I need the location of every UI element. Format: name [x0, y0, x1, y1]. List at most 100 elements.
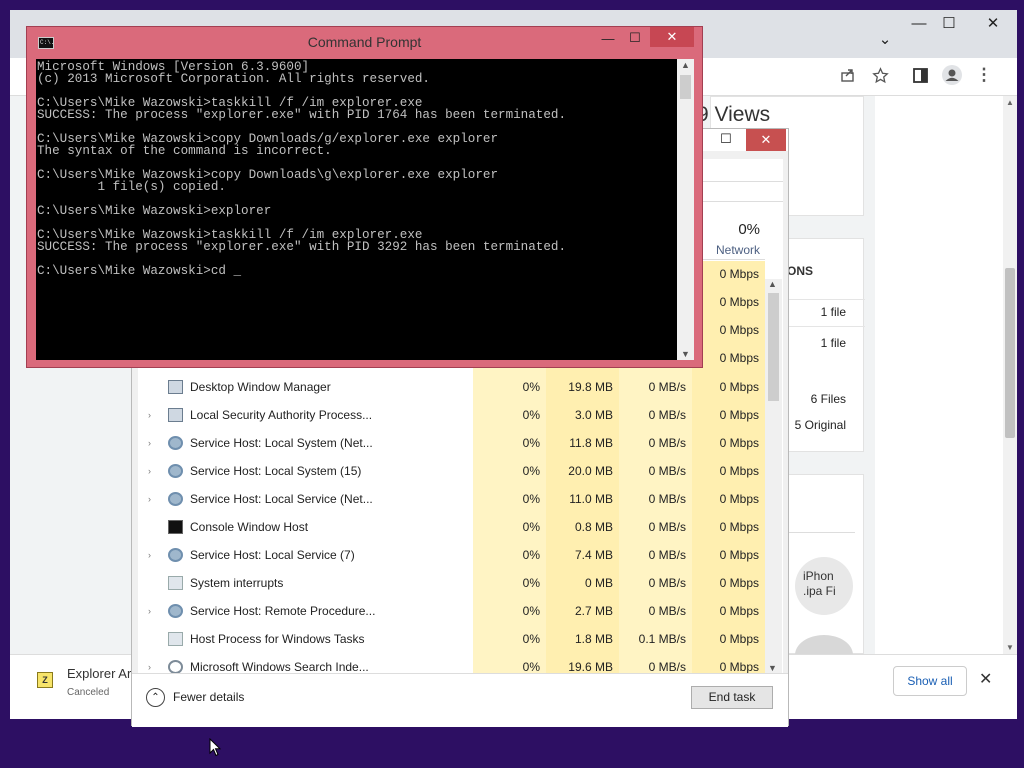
process-icon: [168, 604, 183, 618]
process-icon: [168, 660, 183, 674]
expand-chevron-icon[interactable]: ›: [148, 541, 151, 569]
process-list-scroll-thumb[interactable]: [768, 293, 779, 401]
expand-chevron-icon[interactable]: ›: [148, 401, 151, 429]
process-cpu-value: 0%: [522, 632, 540, 646]
expand-chevron-icon[interactable]: ›: [148, 457, 151, 485]
network-value: 0 Mbps: [719, 267, 759, 281]
fewer-details-link[interactable]: Fewer details: [173, 690, 244, 704]
scroll-down-arrow-icon[interactable]: ▼: [1006, 643, 1014, 652]
download-status: Canceled: [67, 687, 110, 698]
views-text: 9 Views: [697, 103, 771, 126]
process-name: Desktop Window Manager: [190, 380, 331, 394]
process-name: Host Process for Windows Tasks: [190, 632, 365, 646]
process-list-scrollbar[interactable]: ▲ ▼: [765, 279, 782, 673]
scroll-down-arrow-icon[interactable]: ▼: [768, 663, 777, 673]
process-cpu-value: 0%: [522, 520, 540, 534]
process-name: Service Host: Local System (15): [190, 464, 362, 478]
process-icon: [168, 464, 183, 478]
process-network-value: 0 Mbps: [719, 464, 759, 478]
process-row[interactable]: › Service Host: Remote Procedure... 0% 2.7 …: [138, 597, 783, 625]
process-disk-value: 0 MB/s: [648, 548, 686, 562]
share-icon[interactable]: [837, 64, 859, 86]
related-card: iPhon .ipa Fi: [780, 474, 864, 675]
process-name: Service Host: Local Service (7): [190, 548, 355, 562]
process-memory-value: 20.0 MB: [568, 464, 613, 478]
process-network-value: 0 Mbps: [719, 548, 759, 562]
process-network-value: 0 Mbps: [719, 520, 759, 534]
download-file-name[interactable]: Explorer Ar: [67, 666, 131, 681]
original-text: 5 Original: [794, 418, 846, 432]
process-icon: [168, 520, 183, 534]
process-memory-value: 2.7 MB: [574, 604, 613, 618]
process-memory-value: 0.8 MB: [574, 520, 613, 534]
browser-menu-icon[interactable]: ⋮: [973, 64, 995, 86]
page-scrollbar-thumb[interactable]: [1005, 268, 1015, 438]
process-row[interactable]: › Service Host: Local Service (Net... 0% 11…: [138, 485, 783, 513]
browser-close-button[interactable]: ✕: [978, 12, 1008, 34]
side-panel-icon[interactable]: [909, 64, 931, 86]
section-heading: ONS: [787, 264, 814, 278]
process-icon: [168, 408, 183, 422]
browser-maximize-button[interactable]: ☐: [934, 12, 964, 34]
console-scroll-thumb[interactable]: [680, 75, 691, 99]
scroll-up-arrow-icon[interactable]: ▲: [1006, 98, 1014, 107]
expand-chevron-icon[interactable]: ›: [148, 429, 151, 457]
process-disk-value: 0 MB/s: [648, 408, 686, 422]
page-scrollbar[interactable]: ▲ ▼: [1003, 96, 1017, 654]
console-screen[interactable]: Microsoft Windows [Version 6.3.9600] (c)…: [36, 59, 677, 360]
process-icon: [168, 436, 183, 450]
process-name: Service Host: Remote Procedure...: [190, 604, 376, 618]
process-network-value: 0 Mbps: [719, 408, 759, 422]
tab-search-dropdown-icon[interactable]: ⌄: [870, 28, 900, 50]
process-disk-value: 0 MB/s: [648, 604, 686, 618]
process-row[interactable]: › Local Security Authority Process... 0% 3.…: [138, 401, 783, 429]
process-cpu-value: 0%: [522, 380, 540, 394]
process-memory-value: 7.4 MB: [574, 548, 613, 562]
network-column-header[interactable]: Network: [698, 243, 760, 257]
task-manager-maximize-button[interactable]: ☐: [716, 131, 736, 149]
process-row[interactable]: Desktop Window Manager 0% 19.8 MB 0 MB/s 0 M…: [138, 373, 783, 401]
network-value: 0 Mbps: [719, 295, 759, 309]
cmd-maximize-button[interactable]: ☐: [625, 30, 645, 48]
end-task-button[interactable]: End task: [691, 686, 773, 709]
show-all-button[interactable]: Show all: [893, 666, 967, 696]
scroll-down-arrow-icon[interactable]: ▼: [681, 349, 690, 359]
process-disk-value: 0 MB/s: [648, 520, 686, 534]
browser-minimize-button[interactable]: —: [904, 12, 934, 34]
process-network-value: 0 Mbps: [719, 436, 759, 450]
profile-avatar-icon[interactable]: [941, 64, 963, 86]
expand-chevron-icon[interactable]: ›: [148, 597, 151, 625]
process-memory-value: 0 MB: [584, 576, 613, 590]
expand-chevron-icon[interactable]: ›: [148, 485, 151, 513]
files-card: ONS 1 file 1 file 6 Files 5 Original: [780, 238, 865, 452]
process-row[interactable]: › Service Host: Local Service (7) 0% 7.4 MB…: [138, 541, 783, 569]
console-output: Microsoft Windows [Version 6.3.9600] (c)…: [37, 60, 567, 278]
process-row[interactable]: Console Window Host 0% 0.8 MB 0 MB/s 0 Mbps: [138, 513, 783, 541]
process-cpu-value: 0%: [522, 604, 540, 618]
scroll-up-arrow-icon[interactable]: ▲: [768, 279, 777, 289]
process-icon: [168, 576, 183, 590]
process-network-value: 0 Mbps: [719, 632, 759, 646]
process-row[interactable]: Host Process for Windows Tasks 0% 1.8 MB 0.…: [138, 625, 783, 653]
bookmark-star-icon[interactable]: [869, 64, 891, 86]
process-icon: [168, 548, 183, 562]
scroll-up-arrow-icon[interactable]: ▲: [681, 60, 690, 70]
file-row-2[interactable]: 1 file: [821, 336, 846, 350]
console-scrollbar[interactable]: ▲ ▼: [677, 59, 694, 360]
related-thumbnail[interactable]: iPhon .ipa Fi: [795, 557, 853, 615]
process-cpu-value: 0%: [522, 408, 540, 422]
process-cpu-value: 0%: [522, 436, 540, 450]
task-manager-close-button[interactable]: ✕: [746, 129, 786, 151]
process-memory-value: 19.8 MB: [568, 380, 613, 394]
cmd-minimize-button[interactable]: —: [598, 31, 618, 49]
chevron-up-icon[interactable]: ⌃: [146, 688, 165, 707]
process-network-value: 0 Mbps: [719, 576, 759, 590]
process-name: Console Window Host: [190, 520, 309, 534]
process-row[interactable]: › Service Host: Local System (15) 0% 20.0 M…: [138, 457, 783, 485]
process-row[interactable]: System interrupts 0% 0 MB 0 MB/s 0 Mbps: [138, 569, 783, 597]
file-row-1[interactable]: 1 file: [821, 305, 846, 319]
close-download-bar-button[interactable]: ✕: [979, 669, 992, 689]
process-row[interactable]: › Service Host: Local System (Net... 0% 11.…: [138, 429, 783, 457]
process-memory-value: 11.0 MB: [569, 492, 613, 506]
cmd-close-button[interactable]: ✕: [650, 27, 694, 47]
